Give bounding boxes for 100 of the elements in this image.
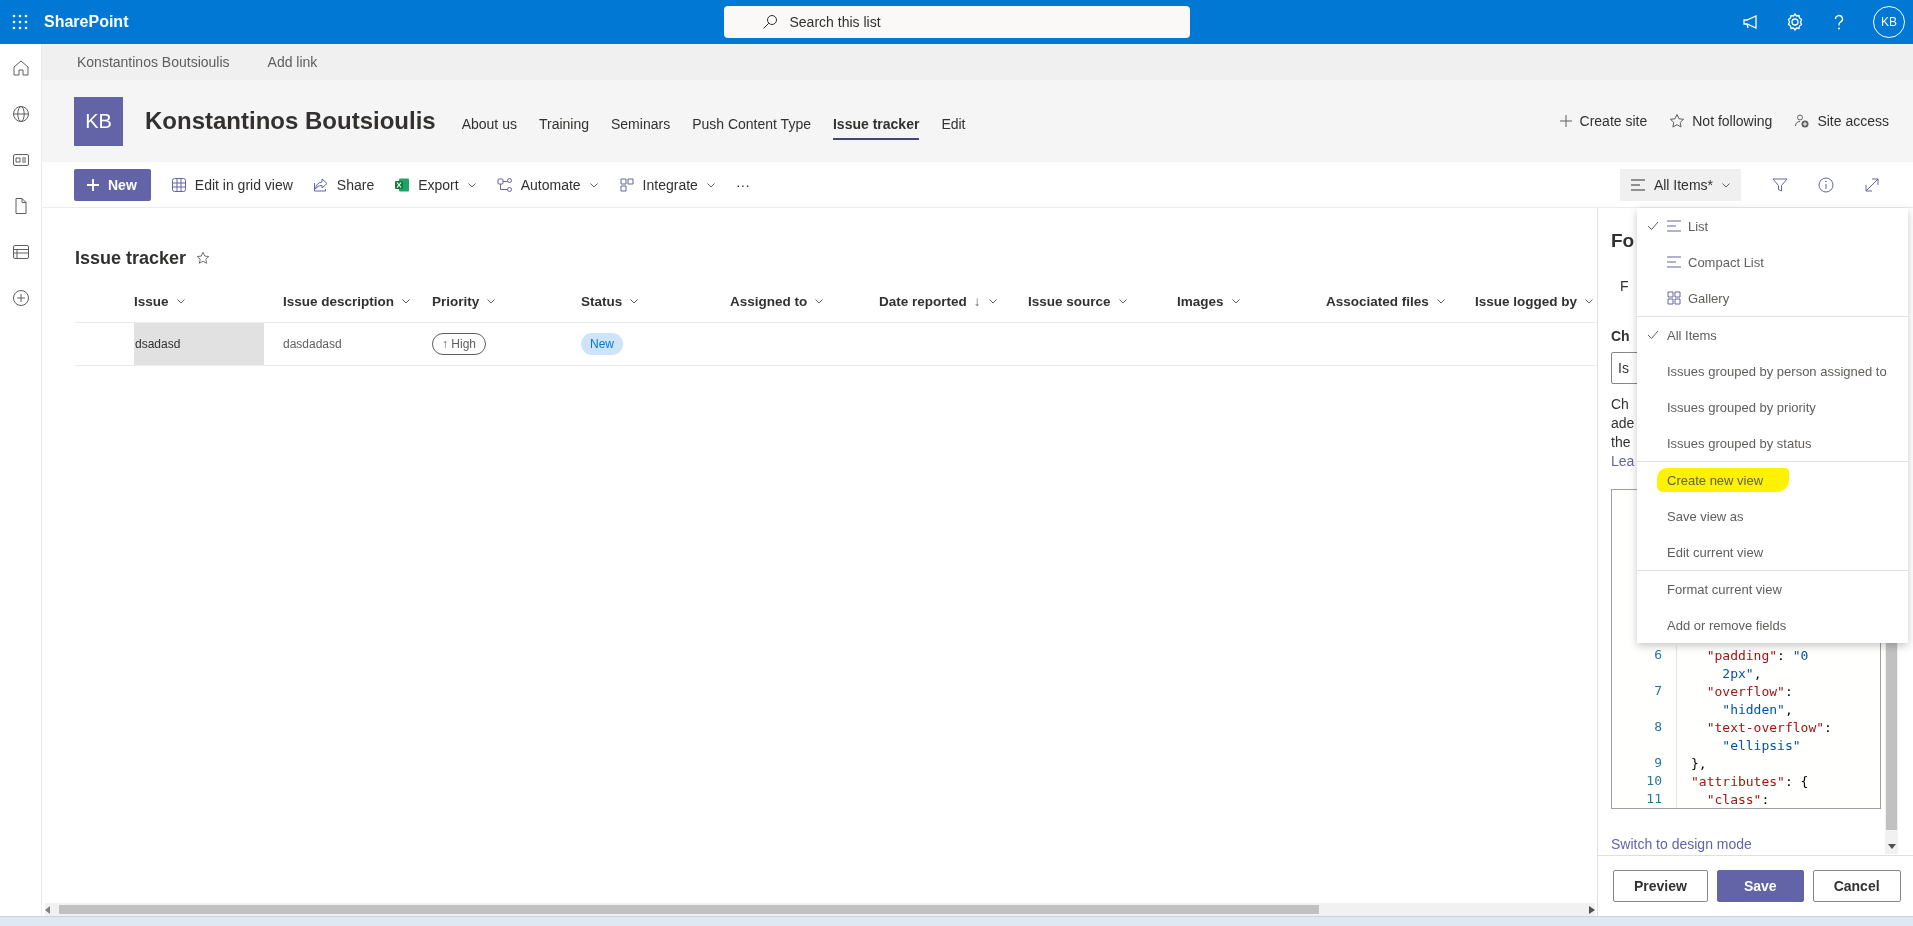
command-button[interactable]: Export (384, 168, 487, 201)
column-header[interactable]: Images (1177, 293, 1326, 309)
settings-icon[interactable] (1785, 12, 1805, 32)
column-header[interactable]: Issue source (1028, 293, 1177, 309)
column-header[interactable]: Issue description (283, 293, 432, 309)
list-title: Issue tracker (75, 247, 187, 269)
code-line: "class": (1705, 791, 1770, 807)
code-line: 2px", (1721, 665, 1762, 681)
chevron-down-icon (401, 296, 412, 306)
chevron-down-icon (629, 296, 640, 306)
chevron-down-icon (1230, 296, 1241, 306)
hub-link[interactable]: Add link (267, 54, 318, 70)
list-icon[interactable] (10, 242, 31, 262)
status-tag: New (581, 333, 623, 355)
command-button[interactable]: Integrate (608, 168, 726, 201)
panel-button[interactable]: Preview (1613, 870, 1708, 902)
line-number: 8 (1612, 718, 1677, 736)
menu-item[interactable]: Issues grouped by priority (1637, 389, 1908, 425)
code-line: "text-overflow": (1705, 719, 1832, 735)
chevron-down-icon (1435, 296, 1446, 306)
line-number: 7 (1612, 682, 1677, 700)
app-name[interactable]: SharePoint (44, 13, 129, 31)
column-header[interactable]: Associated files (1326, 293, 1475, 309)
nav-link[interactable]: About us (461, 108, 517, 140)
line-number: 11 (1612, 790, 1677, 808)
description-text: Ch (1611, 395, 1629, 414)
expand-icon[interactable] (1863, 175, 1881, 194)
line-number: 6 (1612, 646, 1677, 664)
panel-button[interactable]: Cancel (1812, 870, 1901, 902)
list-icon (1629, 176, 1646, 193)
share-icon (312, 176, 329, 193)
star-icon (1669, 113, 1686, 129)
code-line: "padding": "0 (1705, 647, 1809, 663)
people-icon (1794, 113, 1811, 129)
column-header[interactable]: Date reported ↓ (879, 293, 1028, 309)
table-cell-text: dasdadasd (283, 337, 343, 351)
home-icon[interactable] (10, 58, 31, 78)
nav-link[interactable]: Issue tracker (832, 108, 920, 140)
menu-item[interactable]: List (1637, 208, 1908, 244)
column-header[interactable]: Assigned to (730, 293, 879, 309)
search-field[interactable]: Search this list (723, 6, 1190, 38)
chevron-down-icon (1117, 296, 1128, 306)
panel-tab[interactable]: F (1620, 278, 1629, 294)
column-header[interactable]: Issue (134, 293, 283, 309)
nav-link[interactable]: Seminars (611, 108, 671, 140)
filter-icon[interactable] (1771, 175, 1789, 194)
column-header[interactable]: Status (581, 293, 730, 309)
field-label: Ch (1611, 328, 1630, 344)
app-launcher-icon[interactable] (12, 14, 28, 30)
chevron-down-icon (175, 296, 186, 306)
chevron-down-icon (987, 296, 998, 306)
list-icon (1667, 256, 1681, 268)
header-action[interactable]: Not following (1669, 113, 1773, 129)
horizontal-scrollbar[interactable] (45, 903, 1595, 916)
command-button[interactable]: Automate (486, 168, 609, 201)
new-button[interactable]: New (74, 168, 151, 201)
list-icon (1667, 220, 1681, 232)
command-button[interactable]: Share (302, 168, 385, 201)
globe-icon[interactable] (10, 104, 31, 124)
gallery-icon (1667, 291, 1681, 305)
nav-link[interactable]: Training (538, 108, 589, 140)
menu-item[interactable]: Issues grouped by person assigned to (1637, 353, 1908, 389)
code-line: }, (1690, 755, 1707, 771)
favorite-star-icon[interactable] (196, 251, 211, 265)
flow-icon (496, 176, 513, 193)
scroll-right-icon[interactable] (1589, 905, 1595, 914)
code-line: "overflow": (1705, 683, 1793, 699)
column-header[interactable]: Priority (432, 293, 581, 309)
site-title: Konstantinos Boutsioulis (145, 107, 436, 135)
hub-link[interactable]: Konstantinos Boutsioulis (77, 54, 230, 70)
code-line: "hidden", (1721, 701, 1793, 717)
table-cell[interactable]: dsadasd (134, 323, 264, 365)
menu-item[interactable]: Issues grouped by status (1637, 425, 1908, 461)
info-icon[interactable] (1817, 175, 1835, 194)
apps-icon (618, 176, 635, 193)
grid-icon (170, 176, 187, 193)
nav-link[interactable]: Edit (941, 108, 966, 140)
nav-link[interactable]: Push Content Type (692, 108, 811, 140)
panel-title: Fo (1611, 229, 1635, 253)
menu-item[interactable]: All Items (1637, 317, 1908, 353)
command-button[interactable]: Edit in grid view (160, 168, 303, 201)
scroll-down-icon[interactable] (1887, 844, 1896, 850)
view-switcher[interactable]: All Items* (1619, 168, 1741, 201)
chevron-down-icon (486, 296, 497, 306)
sort-indicator: ↓ (973, 293, 981, 309)
menu-item[interactable]: Compact List (1637, 244, 1908, 280)
learn-more-link[interactable]: Lea (1611, 452, 1635, 471)
code-line: "attributes": { (1690, 773, 1809, 789)
header-action[interactable]: Site access (1794, 113, 1889, 129)
chevron-down-icon (814, 296, 825, 306)
line-number: 10 (1612, 772, 1677, 790)
site-logo: KB (74, 96, 123, 146)
scroll-left-icon[interactable] (45, 905, 51, 914)
more-button[interactable]: ··· (725, 168, 760, 201)
add-icon[interactable] (10, 288, 31, 308)
design-mode-link[interactable]: Switch to design mode (1611, 835, 1752, 854)
menu-item[interactable]: Gallery (1637, 280, 1908, 316)
panel-button[interactable]: Save (1716, 870, 1804, 902)
header-action[interactable]: Create site (1558, 113, 1648, 129)
line-number: 9 (1612, 754, 1677, 772)
